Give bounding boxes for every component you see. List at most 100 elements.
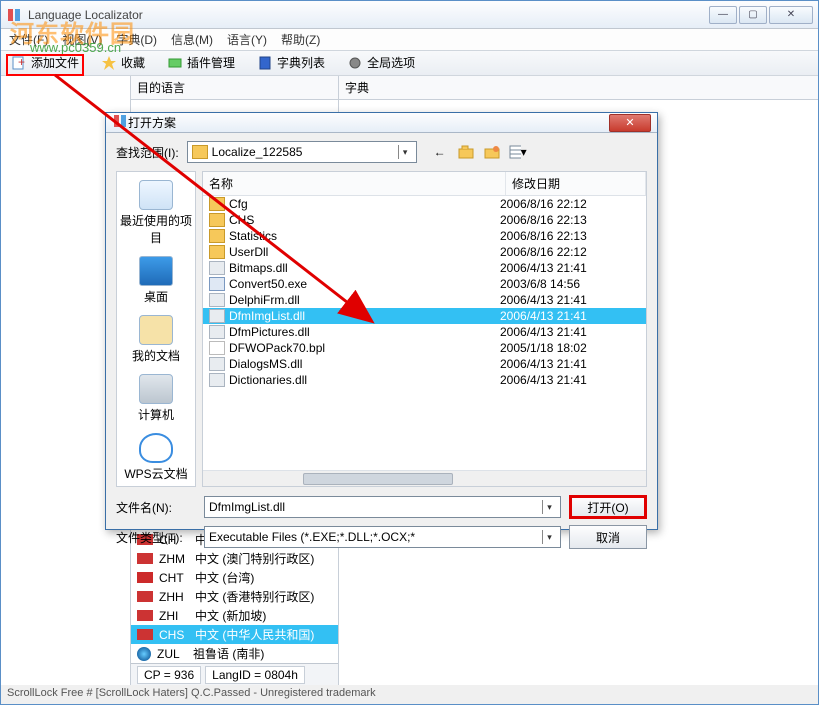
dll-icon [209, 309, 225, 323]
file-date: 2006/8/16 22:13 [500, 229, 640, 243]
lang-name: 中文 (中华人民共和国) [195, 626, 314, 643]
lang-name: 中文 (香港特别行政区) [195, 588, 314, 605]
flag-icon [137, 647, 151, 661]
gear-icon [347, 55, 363, 71]
file-row[interactable]: Convert50.exe2003/6/8 14:56 [203, 276, 646, 292]
flag-icon [137, 610, 153, 621]
plugin-icon [167, 55, 183, 71]
menu-view[interactable]: 视图(V) [62, 31, 102, 48]
file-date: 2006/4/13 21:41 [500, 293, 640, 307]
lang-name: 中文 (台湾) [195, 569, 254, 586]
col-date[interactable]: 修改日期 [506, 172, 646, 195]
menu-help[interactable]: 帮助(Z) [281, 31, 320, 48]
file-row[interactable]: Cfg2006/8/16 22:12 [203, 196, 646, 212]
place-desktop[interactable]: 桌面 [120, 252, 192, 309]
language-item[interactable]: ZUL祖鲁语 (南非) [131, 644, 338, 663]
place-documents[interactable]: 我的文档 [120, 311, 192, 368]
maximize-button[interactable]: ▢ [739, 6, 767, 24]
desktop-icon [139, 256, 173, 286]
file-name: Dictionaries.dll [229, 373, 500, 387]
back-icon[interactable]: ← [431, 143, 449, 161]
up-folder-icon[interactable] [457, 143, 475, 161]
place-recent[interactable]: 最近使用的项目 [120, 176, 192, 250]
add-file-label: 添加文件 [31, 54, 79, 71]
folder-icon [209, 213, 225, 227]
lang-code: CHT [159, 571, 189, 585]
open-file-dialog: 打开方案 ✕ 查找范围(I): Localize_122585 ← ▾ 最近使用… [105, 112, 658, 530]
status-cp: CP = 936 [137, 666, 201, 684]
open-button[interactable]: 打开(O) [569, 495, 647, 519]
file-row[interactable]: DfmImgList.dll2006/4/13 21:41 [203, 308, 646, 324]
minimize-button[interactable]: — [709, 6, 737, 24]
filename-input[interactable]: DfmImgList.dll [204, 496, 561, 518]
documents-icon [139, 315, 173, 345]
lang-name: 中文 (新加坡) [195, 607, 266, 624]
menu-file[interactable]: 文件(F) [9, 31, 48, 48]
file-row[interactable]: Bitmaps.dll2006/4/13 21:41 [203, 260, 646, 276]
file-name: CHS [229, 213, 500, 227]
folder-combo[interactable]: Localize_122585 [187, 141, 417, 163]
add-file-button[interactable]: + 添加文件 [7, 52, 83, 73]
flag-icon [137, 629, 153, 640]
lookup-label: 查找范围(I): [116, 144, 179, 161]
dialog-title: 打开方案 [128, 114, 609, 131]
file-name: DFWOPack70.bpl [229, 341, 500, 355]
horizontal-scrollbar[interactable] [203, 470, 646, 486]
chevron-down-icon[interactable] [542, 530, 556, 544]
filetype-select[interactable]: Executable Files (*.EXE;*.DLL;*.OCX;* [204, 526, 561, 548]
menu-msg[interactable]: 信息(M) [171, 31, 213, 48]
dialog-titlebar[interactable]: 打开方案 ✕ [106, 113, 657, 133]
places-bar: 最近使用的项目 桌面 我的文档 计算机 WPS云文档 [116, 171, 196, 487]
recent-icon [139, 180, 173, 210]
file-list-header[interactable]: 名称 修改日期 [203, 172, 646, 196]
file-date: 2006/8/16 22:12 [500, 197, 640, 211]
language-item[interactable]: ZHH中文 (香港特别行政区) [131, 587, 338, 606]
new-folder-icon[interactable] [483, 143, 501, 161]
folder-icon [192, 145, 208, 159]
menu-lang[interactable]: 语言(Y) [227, 31, 267, 48]
file-name: DfmPictures.dll [229, 325, 500, 339]
cancel-button[interactable]: 取消 [569, 525, 647, 549]
place-wps-cloud[interactable]: WPS云文档 [120, 429, 192, 486]
file-date: 2005/1/18 18:02 [500, 341, 640, 355]
book-icon [257, 55, 273, 71]
col-name[interactable]: 名称 [203, 172, 506, 195]
language-item[interactable]: CHT 中文 (台湾) [131, 568, 338, 587]
file-date: 2006/4/13 21:41 [500, 325, 640, 339]
add-file-icon: + [11, 55, 27, 71]
file-row[interactable]: DialogsMS.dll2006/4/13 21:41 [203, 356, 646, 372]
chevron-down-icon[interactable] [398, 145, 412, 159]
plugins-button[interactable]: 插件管理 [163, 52, 239, 73]
chevron-down-icon[interactable] [542, 500, 556, 514]
titlebar[interactable]: Language Localizator — ▢ ✕ [1, 1, 818, 29]
file-row[interactable]: CHS2006/8/16 22:13 [203, 212, 646, 228]
close-button[interactable]: ✕ [769, 6, 813, 24]
lang-statusbar: CP = 936 LangID = 0804h [131, 663, 338, 685]
language-item[interactable]: CHS 中文 (中华人民共和国) [131, 625, 338, 644]
menubar: 文件(F) 视图(V) 字典(D) 信息(M) 语言(Y) 帮助(Z) [1, 29, 818, 50]
lang-name: 祖鲁语 (南非) [193, 645, 264, 662]
language-item[interactable]: ZHI中文 (新加坡) [131, 606, 338, 625]
file-row[interactable]: DelphiFrm.dll2006/4/13 21:41 [203, 292, 646, 308]
favorites-button[interactable]: 收藏 [97, 52, 149, 73]
lang-code: CHS [159, 628, 189, 642]
file-row[interactable]: Statistics2006/8/16 22:13 [203, 228, 646, 244]
file-list[interactable]: 名称 修改日期 Cfg2006/8/16 22:12CHS2006/8/16 2… [202, 171, 647, 487]
file-row[interactable]: Dictionaries.dll2006/4/13 21:41 [203, 372, 646, 388]
menu-dict[interactable]: 字典(D) [116, 31, 157, 48]
file-date: 2006/4/13 21:41 [500, 373, 640, 387]
file-row[interactable]: UserDll2006/8/16 22:12 [203, 244, 646, 260]
target-lang-header: 目的语言 [131, 76, 338, 100]
window-title: Language Localizator [28, 8, 709, 22]
file-date: 2006/8/16 22:12 [500, 245, 640, 259]
dicts-button[interactable]: 字典列表 [253, 52, 329, 73]
plugins-label: 插件管理 [187, 54, 235, 71]
globals-button[interactable]: 全局选项 [343, 52, 419, 73]
view-menu-icon[interactable]: ▾ [509, 143, 527, 161]
place-computer[interactable]: 计算机 [120, 370, 192, 427]
file-row[interactable]: DFWOPack70.bpl2005/1/18 18:02 [203, 340, 646, 356]
scrollbar-thumb[interactable] [303, 473, 453, 485]
filename-label: 文件名(N): [116, 499, 196, 516]
file-row[interactable]: DfmPictures.dll2006/4/13 21:41 [203, 324, 646, 340]
dialog-close-button[interactable]: ✕ [609, 114, 651, 132]
